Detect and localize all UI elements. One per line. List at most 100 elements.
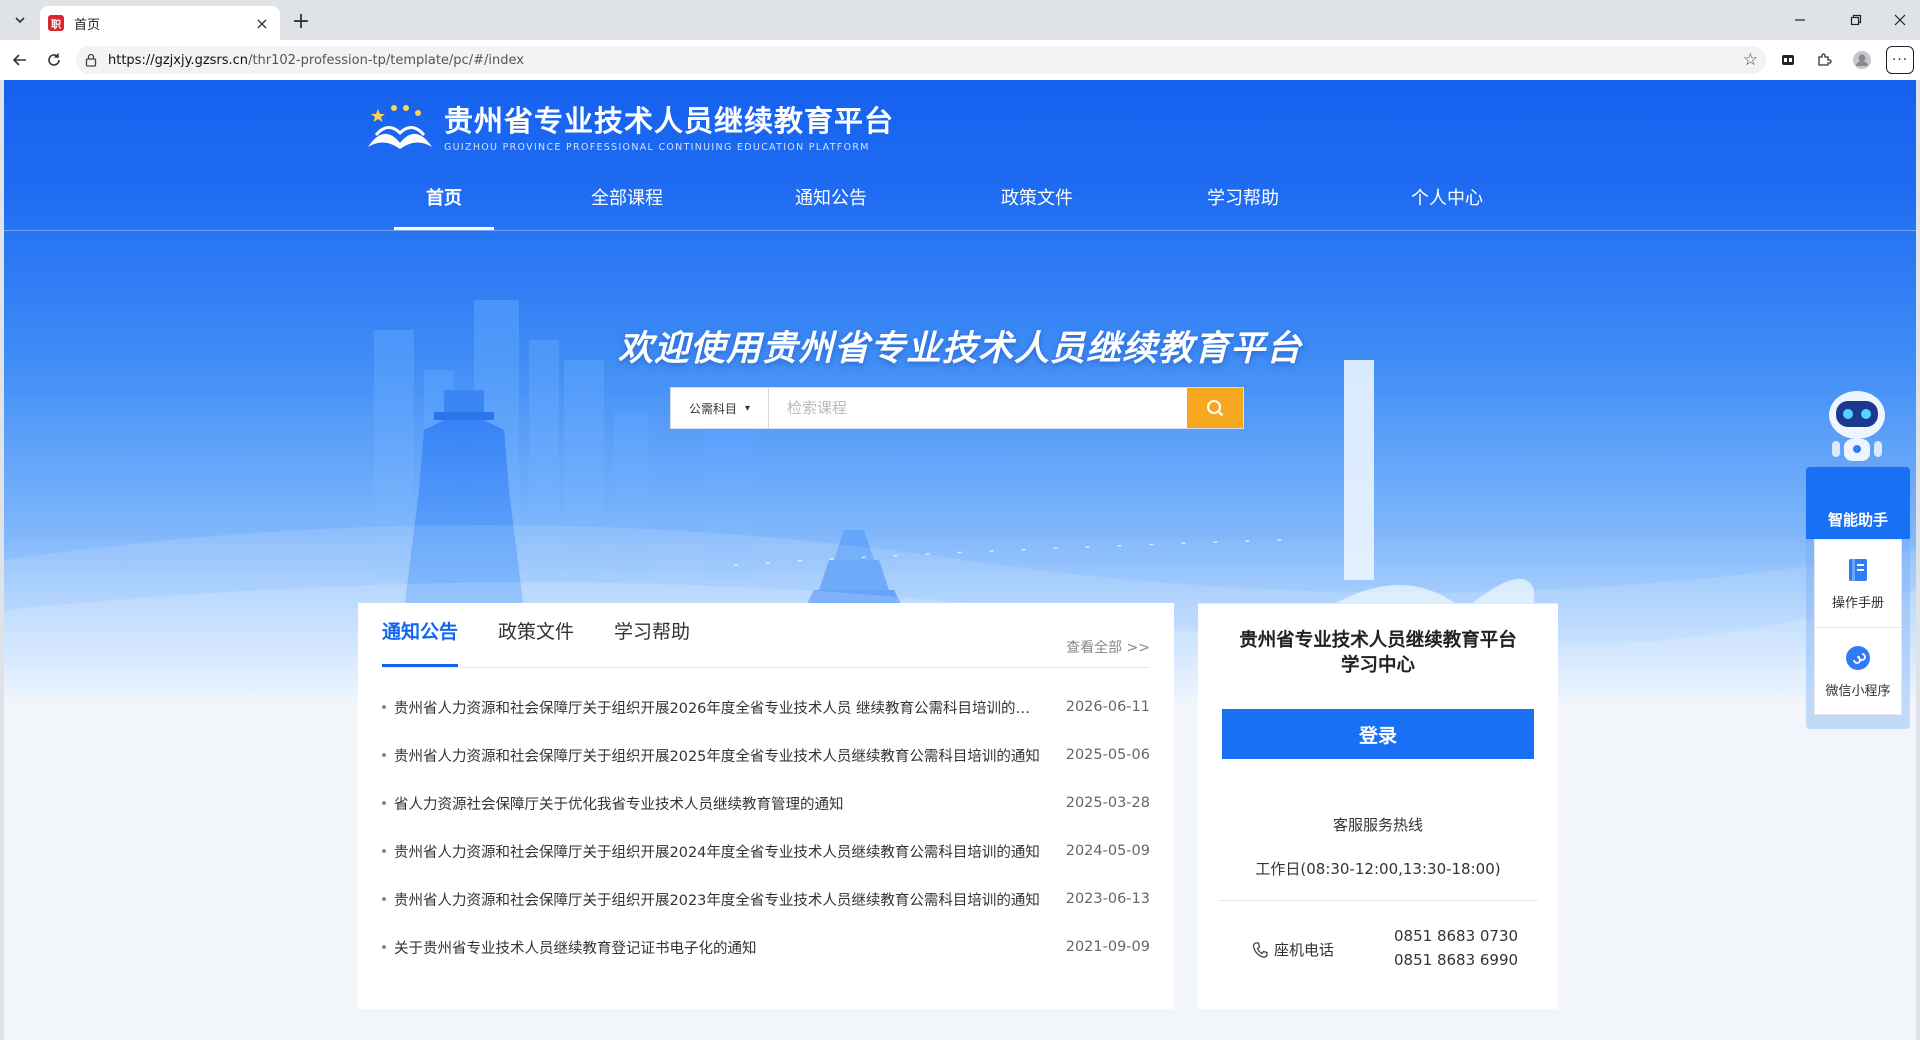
- tool-box: 操作手册 微信小程序: [1814, 539, 1902, 715]
- bullet-icon: [382, 705, 386, 709]
- notice-date: 2024-05-09: [1065, 843, 1150, 859]
- tab-help[interactable]: 学习帮助: [614, 603, 690, 667]
- site-logo[interactable]: 贵州省专业技术人员继续教育平台 GUIZHOU PROVINCE PROFESS…: [364, 98, 894, 153]
- tab-policies[interactable]: 政策文件: [498, 603, 574, 667]
- notice-panel: 通知公告 政策文件 学习帮助 查看全部 >> 贵州省人力资源和社会保障厅关于组织…: [358, 603, 1174, 1009]
- book-icon: [1844, 556, 1872, 584]
- chevron-down-icon: ▾: [744, 402, 751, 414]
- nav-item-notices[interactable]: 通知公告: [786, 184, 876, 230]
- tab-title: 首页: [74, 17, 101, 33]
- notice-date: 2025-03-28: [1065, 795, 1150, 811]
- notice-title: 贵州省人力资源和社会保障厅关于组织开展2024年度全省专业技术人员继续教育公需科…: [394, 844, 1040, 861]
- minimize-icon: [1795, 19, 1805, 21]
- tab-search-icon: [1782, 55, 1794, 65]
- robot-icon: [1829, 391, 1885, 461]
- notice-item[interactable]: 贵州省人力资源和社会保障厅关于组织开展2026年度全省专业技术人员 继续教育公需…: [382, 683, 1150, 731]
- notice-list: 贵州省人力资源和社会保障厅关于组织开展2026年度全省专业技术人员 继续教育公需…: [382, 683, 1150, 971]
- nav-item-policies[interactable]: 政策文件: [992, 184, 1082, 230]
- nav-item-courses[interactable]: 全部课程: [582, 184, 672, 230]
- tab-notices[interactable]: 通知公告: [382, 603, 459, 667]
- nav-item-help[interactable]: 学习帮助: [1198, 184, 1288, 230]
- restore-icon: [1850, 14, 1862, 26]
- bullet-icon: [382, 945, 386, 949]
- browser-tab-home[interactable]: 职 首页 ×: [40, 6, 280, 40]
- notice-item[interactable]: 贵州省人力资源和社会保障厅关于组织开展2025年度全省专业技术人员继续教育公需科…: [382, 731, 1150, 779]
- reload-button[interactable]: [40, 46, 68, 74]
- notice-title: 关于贵州省专业技术人员继续教育登记证书电子化的通知: [394, 940, 757, 957]
- notice-divider: [382, 667, 1150, 668]
- bookmark-star-icon[interactable]: ☆: [1743, 50, 1758, 70]
- chevron-down-icon: [15, 17, 25, 24]
- nav-item-home[interactable]: 首页: [394, 184, 494, 230]
- minimize-button[interactable]: [1780, 6, 1820, 34]
- browser-menu-button[interactable]: ···: [1886, 46, 1914, 74]
- notice-item[interactable]: 省人力资源社会保障厅关于优化我省专业技术人员继续教育管理的通知 2025-03-2…: [382, 779, 1150, 827]
- tab-list-button[interactable]: [6, 6, 34, 34]
- page-viewport: 贵州省专业技术人员继续教育平台 GUIZHOU PROVINCE PROFESS…: [4, 80, 1916, 1040]
- close-window-button[interactable]: [1880, 6, 1920, 34]
- bullet-icon: [382, 801, 386, 805]
- login-divider: [1218, 900, 1538, 901]
- close-tab-icon[interactable]: ×: [252, 14, 272, 33]
- arrow-left-icon: [12, 54, 26, 66]
- nav-item-personal[interactable]: 个人中心: [1402, 184, 1492, 230]
- profile-button[interactable]: [1848, 46, 1876, 74]
- hotline-title: 客服服务热线: [1332, 816, 1423, 834]
- main-nav: 首页 全部课程 通知公告 政策文件 学习帮助 个人中心: [394, 184, 1492, 230]
- logo-emblem-icon: [368, 104, 432, 149]
- course-search-bar: 公需科目 ▾: [670, 387, 1244, 429]
- notice-date: 2025-05-06: [1065, 747, 1150, 763]
- back-button[interactable]: [6, 46, 34, 74]
- notice-date: 2023-06-13: [1065, 891, 1150, 907]
- phone-label-text: 座机电话: [1274, 941, 1335, 959]
- hotline-hours: 工作日(08:30-12:00,13:30-18:00): [1255, 860, 1501, 878]
- restore-button[interactable]: [1836, 6, 1876, 34]
- mini-program-button[interactable]: 微信小程序: [1815, 627, 1901, 714]
- manual-button[interactable]: 操作手册: [1815, 540, 1901, 627]
- site-info-icon[interactable]: [84, 53, 98, 67]
- puzzle-icon: [1818, 53, 1832, 66]
- notice-date: 2026-06-11: [1065, 699, 1150, 715]
- phone-number: 0851 8683 6990: [1394, 951, 1519, 969]
- extensions-button[interactable]: [1810, 46, 1838, 74]
- logo-title: 贵州省专业技术人员继续教育平台: [444, 104, 895, 138]
- mini-program-icon: [1844, 644, 1872, 672]
- hero-welcome-title: 欢迎使用贵州省专业技术人员继续教育平台: [617, 329, 1302, 369]
- header-divider: [4, 230, 1916, 231]
- extension-button[interactable]: [1774, 46, 1802, 74]
- phone-numbers: 0851 8683 0730 0851 8683 6990: [1394, 924, 1518, 972]
- browser-toolbar: https://gzjxjy.gzsrs.cn/thr102-professio…: [0, 40, 1920, 80]
- site-favicon-icon: 职: [48, 15, 64, 31]
- address-bar[interactable]: https://gzjxjy.gzsrs.cn/thr102-professio…: [76, 46, 1766, 74]
- notice-item[interactable]: 贵州省人力资源和社会保障厅关于组织开展2024年度全省专业技术人员继续教育公需科…: [382, 827, 1150, 875]
- bullet-icon: [382, 849, 386, 853]
- login-title-line2: 学习中心: [1340, 655, 1415, 676]
- login-panel-title: 贵州省专业技术人员继续教育平台 学习中心: [1198, 628, 1558, 678]
- notice-date: 2021-09-09: [1065, 939, 1150, 955]
- url-text: https://gzjxjy.gzsrs.cn/thr102-professio…: [108, 52, 524, 68]
- phone-label: 座机电话: [1252, 939, 1334, 960]
- new-tab-button[interactable]: +: [288, 8, 314, 34]
- phone-icon: [1252, 941, 1268, 959]
- notice-item[interactable]: 关于贵州省专业技术人员继续教育登记证书电子化的通知 2021-09-09: [382, 923, 1150, 971]
- search-input[interactable]: [769, 388, 1187, 428]
- ai-assistant-button[interactable]: 智能助手: [1806, 467, 1910, 539]
- notice-title: 省人力资源社会保障厅关于优化我省专业技术人员继续教育管理的通知: [394, 796, 844, 813]
- login-title-line1: 贵州省专业技术人员继续教育平台: [1239, 630, 1517, 651]
- search-button[interactable]: [1187, 388, 1243, 428]
- logo-subtitle: GUIZHOU PROVINCE PROFESSIONAL CONTINUING…: [444, 142, 870, 153]
- search-icon: [1207, 400, 1224, 417]
- phone-number: 0851 8683 0730: [1394, 927, 1519, 945]
- bullet-icon: [382, 897, 386, 901]
- view-all-link[interactable]: 查看全部 >>: [1066, 637, 1150, 657]
- notice-item[interactable]: 贵州省人力资源和社会保障厅关于组织开展2023年度全省专业技术人员继续教育公需科…: [382, 875, 1150, 923]
- login-button[interactable]: 登录: [1222, 709, 1534, 759]
- bullet-icon: [382, 753, 386, 757]
- avatar-icon: [1853, 51, 1871, 69]
- search-category-select[interactable]: 公需科目 ▾: [671, 388, 769, 428]
- notice-tabs: 通知公告 政策文件 学习帮助: [382, 603, 730, 667]
- mini-program-label: 微信小程序: [1825, 683, 1891, 699]
- manual-label: 操作手册: [1831, 596, 1884, 611]
- login-panel: 贵州省专业技术人员继续教育平台 学习中心 登录 客服服务热线 工作日(08:30…: [1198, 603, 1558, 1009]
- floating-toolbar: 智能助手 操作手册 微信小程序: [1806, 385, 1910, 729]
